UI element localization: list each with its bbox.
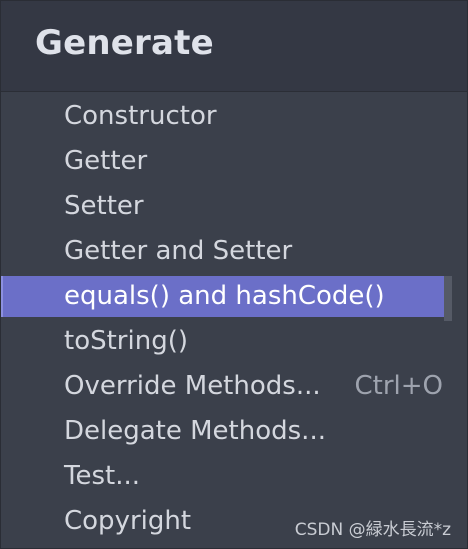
menu-item-label: Copyright — [64, 506, 192, 536]
menu-item-label: Test... — [64, 461, 140, 491]
menu-item-getter[interactable]: Getter — [1, 139, 467, 184]
menu-item-label: equals() and hashCode() — [64, 281, 385, 311]
menu-item-label: Getter — [64, 146, 148, 176]
menu-item-label: Override Methods... — [64, 371, 321, 401]
scrollbar-thumb[interactable] — [444, 276, 452, 321]
generate-menu: Constructor Getter Setter Getter and Set… — [1, 94, 467, 544]
menu-item-label: toString() — [64, 326, 188, 356]
menu-item-label: Getter and Setter — [64, 236, 293, 266]
menu-item-override-methods[interactable]: Override Methods... Ctrl+O — [1, 364, 467, 409]
menu-item-delegate-methods[interactable]: Delegate Methods... — [1, 409, 467, 454]
menu-item-test[interactable]: Test... — [1, 454, 467, 499]
menu-item-shortcut: Ctrl+O — [354, 371, 443, 401]
popup-title: Generate — [35, 23, 214, 63]
menu-item-label: Delegate Methods... — [64, 416, 326, 446]
menu-item-label: Constructor — [64, 101, 217, 131]
watermark: CSDN @緑水長流*z — [294, 520, 451, 540]
menu-item-equals-hashcode[interactable]: equals() and hashCode() — [1, 274, 467, 319]
menu-item-constructor[interactable]: Constructor — [1, 94, 467, 139]
popup-header: Generate — [1, 1, 467, 92]
generate-popup: Generate Constructor Getter Setter Gette… — [0, 0, 468, 549]
menu-item-tostring[interactable]: toString() — [1, 319, 467, 364]
menu-item-label: Setter — [64, 191, 144, 221]
menu-item-getter-and-setter[interactable]: Getter and Setter — [1, 229, 467, 274]
menu-item-setter[interactable]: Setter — [1, 184, 467, 229]
